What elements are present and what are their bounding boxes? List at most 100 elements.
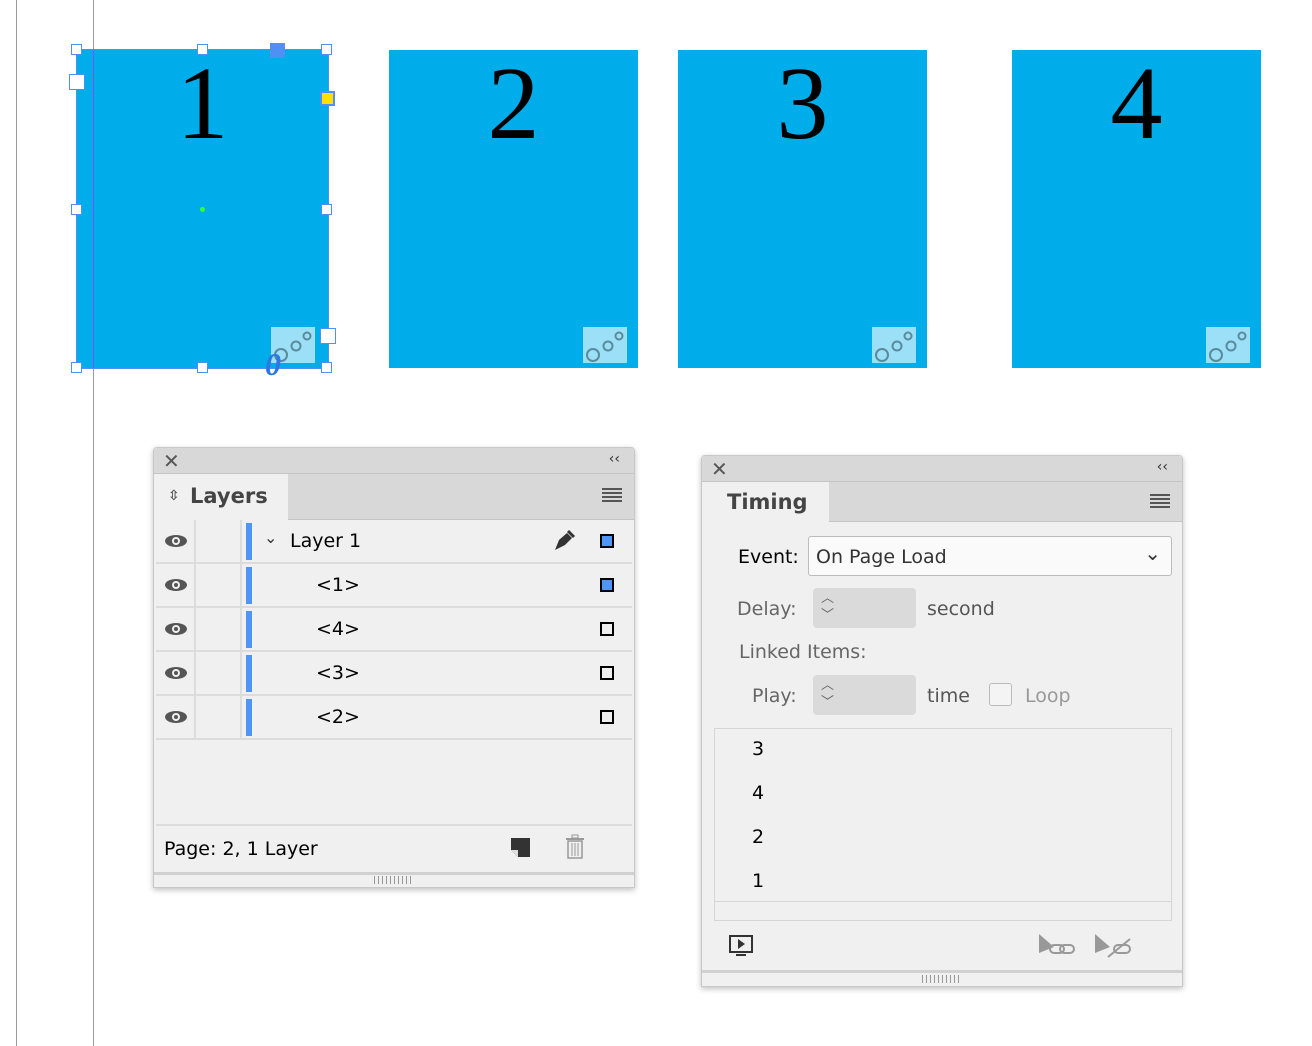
item-name: <2> [316,706,360,728]
layers-panel: ✕ ‹‹ ⇳ Layers ⌄ Layer 1 <1> <4> <3> <2> … [153,447,635,888]
tab-layers[interactable]: ⇳ Layers [154,474,288,521]
lock-toggle[interactable] [196,564,242,606]
panel-menu-icon[interactable] [602,488,622,504]
chevron-down-icon[interactable]: ⌄ [264,528,277,547]
delay-unit: second [927,598,995,620]
visibility-toggle[interactable] [156,520,196,562]
visibility-toggle[interactable] [156,652,196,694]
expand-collapse-icon[interactable]: ⇳ [168,474,180,518]
preview-icon[interactable] [729,935,755,963]
stepper-arrows-icon[interactable]: ︿ ﹀ [821,677,834,711]
selection-square[interactable] [600,578,614,592]
divider [715,901,1171,902]
page-4-frame[interactable]: 4 [1012,50,1261,368]
resize-handle[interactable] [71,204,82,215]
layer-color [246,699,252,736]
linked-items-label: Linked Items: [739,641,867,663]
chevron-down-icon: ⌄ [1144,541,1161,565]
layer-item-row[interactable]: <1> [156,564,632,608]
list-item[interactable]: 3 [752,738,764,760]
list-item[interactable]: 4 [752,782,764,804]
link-items-icon[interactable] [1038,933,1078,963]
animation-icon[interactable] [583,327,627,363]
page-number: 3 [776,46,829,161]
animation-icon[interactable] [1206,327,1250,363]
resize-handle[interactable] [321,204,332,215]
unlink-items-icon[interactable] [1094,933,1134,963]
linked-items-list: 3 4 2 1 [714,728,1172,921]
tab-label: Layers [190,484,268,508]
selection-square[interactable] [600,710,614,724]
layer-name: Layer 1 [290,530,362,552]
lock-toggle[interactable] [196,652,242,694]
page-2-frame[interactable]: 2 [389,50,638,368]
visibility-toggle[interactable] [156,608,196,650]
resize-handle[interactable] [321,44,332,55]
resize-handle[interactable] [197,362,208,373]
new-layer-icon[interactable] [510,837,532,863]
corner-options-handle[interactable] [320,91,335,106]
visibility-toggle[interactable] [156,696,196,738]
animation-badge: 0 [265,346,281,382]
event-label: Event: [738,546,799,568]
guide-line [93,50,94,368]
close-icon[interactable]: ✕ [711,457,728,481]
selection-square[interactable] [600,666,614,680]
text-frame-port[interactable] [320,328,336,344]
page-number: 1 [176,46,229,161]
text-frame-port[interactable] [69,74,85,90]
panel-menu-icon[interactable] [1150,494,1170,510]
lock-toggle[interactable] [196,608,242,650]
resize-grip[interactable] [922,975,962,983]
guide-line [16,0,17,1046]
center-point [200,207,205,212]
layer-color [246,567,252,604]
layer-item-row[interactable]: <2> [156,696,632,740]
delay-stepper[interactable]: ︿ ﹀ [813,588,916,628]
play-unit: time [927,685,970,707]
eye-icon [165,667,187,679]
layer-color [246,611,252,648]
layer-item-row[interactable]: <3> [156,652,632,696]
lock-toggle[interactable] [196,520,242,562]
event-dropdown[interactable]: On Page Load ⌄ [808,536,1172,576]
tab-label: Timing [727,490,808,514]
stepper-arrows-icon[interactable]: ︿ ﹀ [821,590,834,624]
delay-label: Delay: [737,598,797,620]
tab-timing[interactable]: Timing [702,482,829,523]
page-1-frame[interactable]: 1 0 [76,46,329,382]
list-item[interactable]: 1 [752,870,764,892]
resize-handle[interactable] [197,44,208,55]
layer-row[interactable]: ⌄ Layer 1 [156,520,632,564]
pen-icon [552,528,576,556]
play-stepper[interactable]: ︿ ﹀ [813,675,916,715]
eye-icon [165,579,187,591]
selection-square[interactable] [600,534,614,548]
close-icon[interactable]: ✕ [163,449,180,473]
layer-item-row[interactable]: <4> [156,608,632,652]
eye-icon [165,535,187,547]
page-3-frame[interactable]: 3 [678,50,927,368]
selection-square[interactable] [600,622,614,636]
panel-title-bar[interactable]: ✕ ‹‹ [154,448,634,474]
resize-handle[interactable] [71,44,82,55]
animation-icon[interactable] [872,327,916,363]
resize-handle[interactable] [321,362,332,373]
resize-handle[interactable] [71,362,82,373]
collapse-icon[interactable]: ‹‹ [1157,459,1168,475]
list-item[interactable]: 2 [752,826,764,848]
eye-icon [165,711,187,723]
event-value: On Page Load [816,546,947,568]
visibility-toggle[interactable] [156,564,196,606]
lock-toggle[interactable] [196,696,242,738]
resize-grip[interactable] [374,876,414,884]
page-number: 4 [1110,46,1163,161]
layer-color [246,523,252,560]
item-name: <4> [316,618,360,640]
panel-title-bar[interactable]: ✕ ‹‹ [702,456,1182,482]
trash-icon[interactable] [564,834,586,864]
collapse-icon[interactable]: ‹‹ [609,451,620,467]
loop-checkbox[interactable] [989,683,1012,706]
content-grabber[interactable] [270,43,285,58]
item-name: <3> [316,662,360,684]
